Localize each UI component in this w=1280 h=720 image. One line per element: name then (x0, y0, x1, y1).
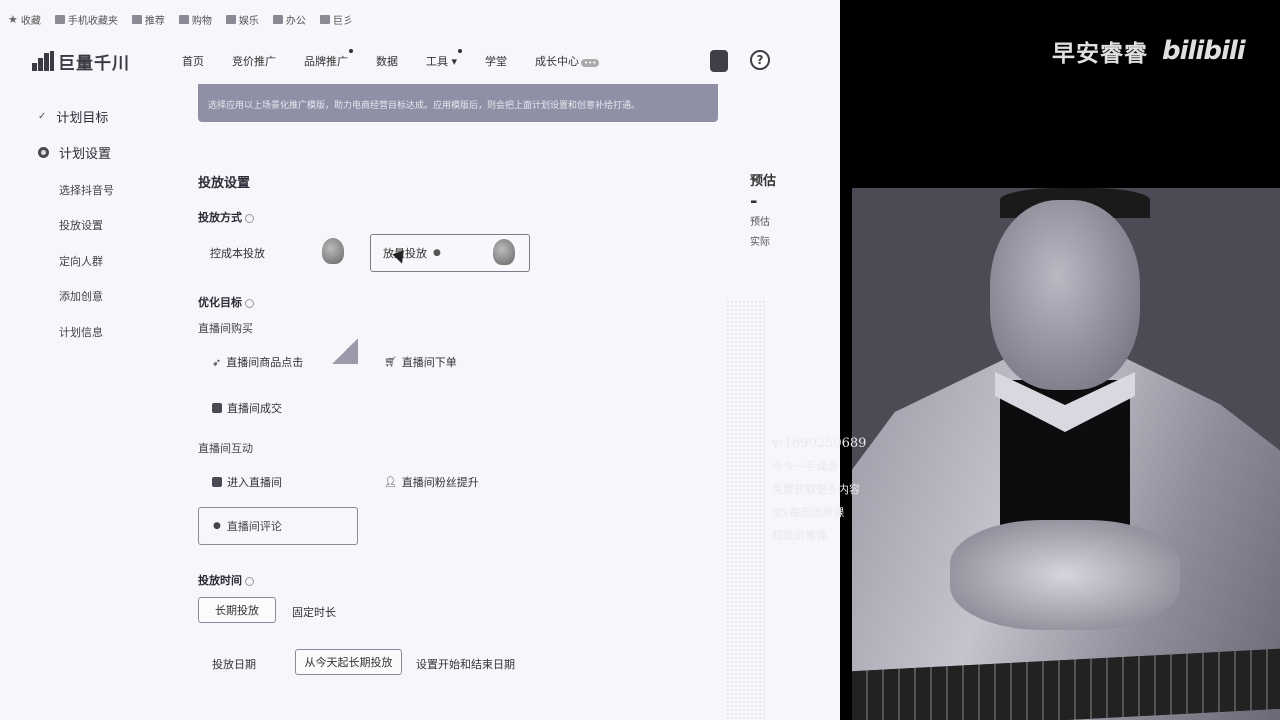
sidebar-item-targeting[interactable]: 定向人群 (0, 243, 190, 279)
estimate-note: 预估 (750, 217, 770, 228)
nav-brand-promotion[interactable]: 品牌推广 (304, 49, 353, 69)
live-purchase-label: 直播间购买 (198, 322, 253, 335)
delivery-date-label: 投放日期 (212, 658, 256, 671)
comment-icon: ● (213, 521, 221, 531)
bookmarks-bar: ★ 收藏 手机收藏夹 推荐 购物 娱乐 办公 巨彡 (0, 0, 840, 38)
template-banner: 选择应用以上场景化推广模版，助力电商经营目标达成。应用模版后，则会把上面计划设置… (198, 84, 718, 122)
watermark-line: 加v每周送新课 (772, 506, 845, 519)
estimate-panel: 预估 - 预估 实际 (750, 170, 840, 252)
option-enter-live[interactable]: 进入直播间 (212, 474, 282, 490)
bookmark-entertainment[interactable]: 娱乐 (225, 12, 259, 27)
mobile-app-icon[interactable] (710, 50, 728, 72)
folder-icon (131, 14, 142, 24)
folder-icon (178, 14, 189, 24)
logo-text: 巨量千川 (58, 53, 130, 74)
sidebar-item-plan-info[interactable]: 计划信息 (0, 314, 190, 350)
sidebar-item-select-account[interactable]: 选择抖音号 (0, 172, 190, 208)
bookmark-recommend[interactable]: 推荐 (131, 12, 165, 27)
live-interaction-label: 直播间互动 (198, 442, 253, 455)
nav-academy[interactable]: 学堂 (485, 53, 507, 69)
deal-icon (212, 403, 222, 413)
estimate-title: 预估 (750, 174, 777, 189)
nav-tools[interactable]: 工具 ▾ (426, 49, 463, 69)
main-form: 选择应用以上场景化推广模版，助力电商经营目标达成。应用模版后，则会把上面计划设置… (198, 84, 718, 675)
channel-brand: 早安睿睿 bilibili (1052, 34, 1246, 68)
new-badge: ••• (581, 59, 600, 67)
app-logo[interactable]: 巨量千川 (32, 49, 182, 74)
long-term-button[interactable]: 长期投放 (198, 597, 276, 623)
recommend-ribbon (332, 338, 358, 364)
current-step-icon (38, 146, 49, 158)
bulb-icon: ● (433, 248, 441, 258)
check-icon: ✓ (38, 110, 47, 122)
page-icon (319, 14, 330, 24)
caret-down-icon: ▾ (448, 55, 458, 68)
start-today-button[interactable]: 从今天起长期投放 (295, 649, 402, 675)
nav-growth-center[interactable]: 成长中心 ••• (535, 53, 600, 69)
illustration-icon (322, 238, 344, 264)
step-plan-settings[interactable]: 计划设置 (0, 134, 190, 170)
set-date-range-option[interactable]: 设置开始和结束日期 (416, 656, 515, 672)
presenter-face (990, 200, 1140, 390)
help-icon[interactable]: ? (750, 50, 770, 70)
webcam-video: 早安睿睿 bilibili (840, 0, 1280, 720)
logo-icon (32, 51, 54, 71)
rocket-icon: ➶ (212, 355, 222, 369)
option-live-comment[interactable]: ● 直播间评论 (198, 507, 358, 545)
user-plus-icon: 👤︎ (384, 476, 397, 488)
option-live-product-click[interactable]: ➶ 直播间商品点击 (212, 354, 303, 370)
watermark-line: 今今一手课源 (772, 460, 838, 473)
info-icon[interactable] (245, 298, 254, 308)
new-dot-icon (349, 49, 353, 53)
folder-icon (272, 14, 283, 24)
browser-window: ★ 收藏 手机收藏夹 推荐 购物 娱乐 办公 巨彡 巨量千川 首页 竞价推广 品牌… (0, 0, 840, 720)
watermark-contact: v:1690259689 今今一手课源 免费获取更多内容 加v每周送新课 超低价… (772, 432, 866, 547)
section-title: 投放设置 (198, 176, 251, 191)
info-icon[interactable] (245, 213, 254, 223)
bookmark-favorites[interactable]: ★ 收藏 (8, 12, 41, 27)
option-live-order[interactable]: 🛒︎ 直播间下单 (384, 354, 457, 370)
nav-right-tools: ? (710, 50, 770, 72)
nav-data[interactable]: 数据 (376, 53, 398, 69)
info-icon[interactable] (245, 576, 254, 586)
presenter-hands (950, 520, 1180, 630)
enter-icon (212, 477, 222, 487)
delivery-time-label: 投放时间 (198, 572, 254, 588)
cart-icon: 🛒︎ (384, 356, 397, 368)
phone-icon (54, 14, 65, 24)
channel-name: 早安睿睿 (1052, 41, 1148, 67)
nav-bidding-promotion[interactable]: 竞价推广 (232, 53, 276, 69)
watermark-line: 超低价筹课 (772, 529, 827, 542)
bookmark-office[interactable]: 办公 (272, 12, 306, 27)
fixed-duration-option[interactable]: 固定时长 (292, 604, 336, 620)
illustration-icon (493, 239, 515, 265)
main-menu: 首页 竞价推广 品牌推广 数据 工具 ▾ 学堂 成长中心 ••• (182, 49, 600, 69)
new-dot-icon (458, 49, 463, 53)
delivery-mode-label: 投放方式 (198, 209, 254, 225)
bookmark-more[interactable]: 巨彡 (319, 12, 353, 27)
watermark-line: 免费获取更多内容 (772, 483, 860, 496)
nav-home[interactable]: 首页 (182, 53, 204, 69)
sidebar-item-add-creative[interactable]: 添加创意 (0, 279, 190, 315)
decorative-dots (726, 300, 766, 720)
mode-cost-control[interactable]: 控成本投放 (198, 234, 358, 272)
top-navigation: 巨量千川 首页 竞价推广 品牌推广 数据 工具 ▾ 学堂 成长中心 ••• ? (0, 38, 840, 84)
bilibili-logo: bilibili (1162, 36, 1246, 66)
optimize-goal-label: 优化目标 (198, 294, 254, 310)
bookmark-mobile[interactable]: 手机收藏夹 (54, 12, 118, 27)
step-sidebar: ✓ 计划目标 计划设置 选择抖音号 投放设置 定向人群 添加创意 计划信息 (0, 84, 190, 350)
star-icon: ★ (8, 12, 18, 26)
contact-id: v:1690259689 (772, 436, 867, 451)
step-plan-goal[interactable]: ✓ 计划目标 (0, 98, 190, 134)
sidebar-item-delivery-settings[interactable]: 投放设置 (0, 208, 190, 244)
option-fan-growth[interactable]: 👤︎ 直播间粉丝提升 (384, 474, 479, 490)
folder-icon (225, 14, 236, 24)
estimate-value: - (750, 191, 758, 212)
actual-note: 实际 (750, 237, 770, 248)
option-live-deal[interactable]: 直播间成交 (212, 400, 282, 416)
bookmark-shopping[interactable]: 购物 (178, 12, 212, 27)
